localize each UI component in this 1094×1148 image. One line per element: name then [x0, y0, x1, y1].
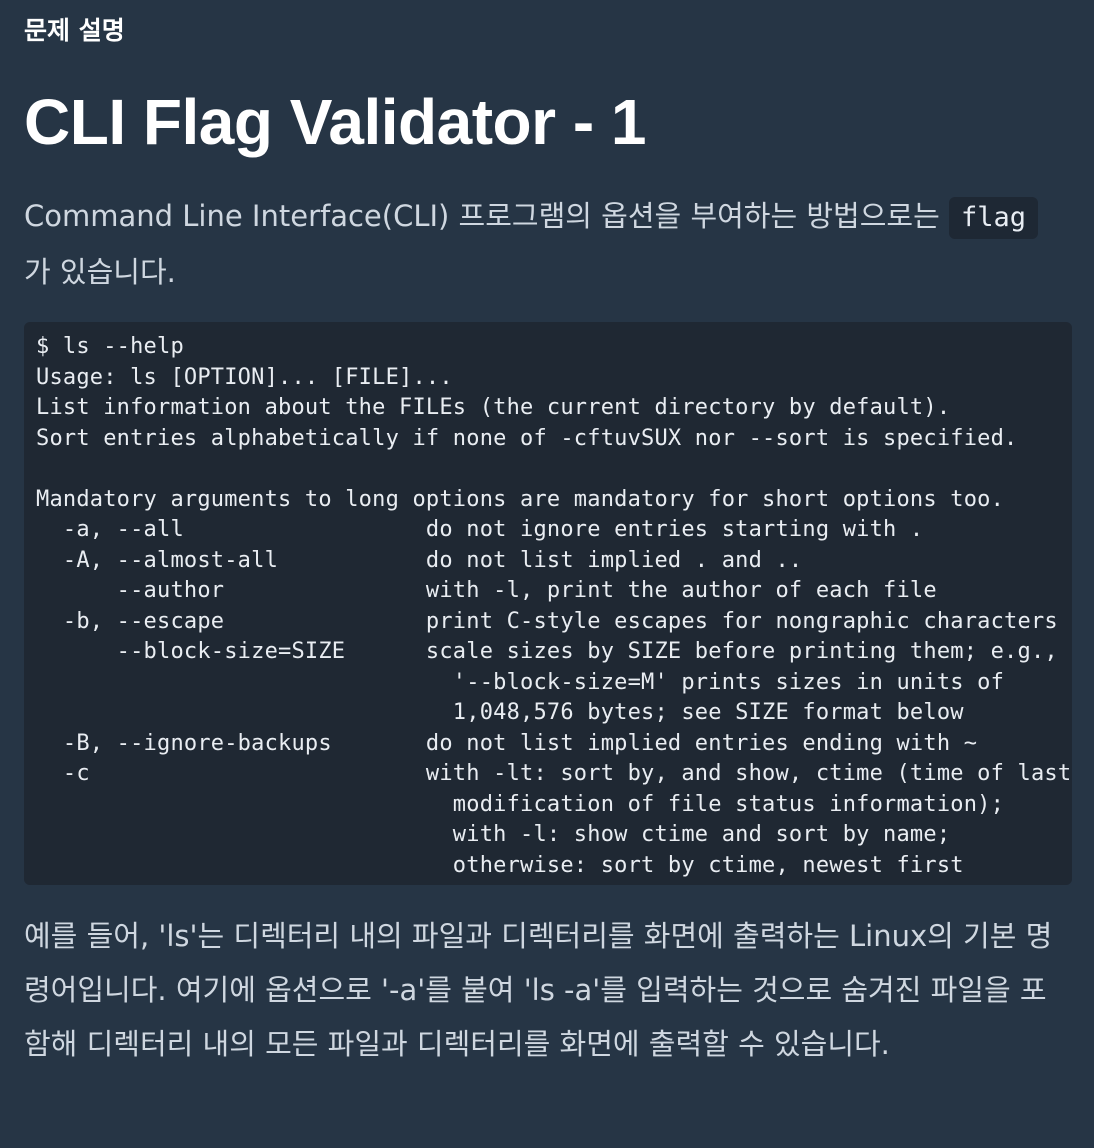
- code-line: -B, --ignore-backups do not list implied…: [36, 730, 978, 756]
- code-line: with -l: show ctime and sort by name;: [36, 822, 951, 847]
- intro-paragraph: Command Line Interface(CLI) 프로그램의 옵션을 부여…: [24, 188, 1072, 300]
- code-line: $ ls --help: [36, 334, 184, 359]
- code-line: --author with -l, print the author of ea…: [36, 578, 937, 603]
- description-paragraph: 예를 들어, 'ls'는 디렉터리 내의 파일과 디렉터리를 화면에 출력하는 …: [24, 919, 1053, 1061]
- problem-description-panel: 문제 설명 CLI Flag Validator - 1 Command Lin…: [0, 0, 1094, 1071]
- code-line: otherwise: sort by ctime, newest first: [36, 852, 964, 878]
- code-line: List information about the FILEs (the cu…: [36, 395, 951, 420]
- code-line: -A, --almost-all do not list implied . a…: [36, 547, 803, 573]
- ls-help-code-block[interactable]: $ ls --help Usage: ls [OPTION]... [FILE]…: [24, 322, 1072, 885]
- problem-title: CLI Flag Validator - 1: [24, 86, 647, 158]
- code-line: Usage: ls [OPTION]... [FILE]...: [36, 364, 453, 390]
- intro-text-before: Command Line Interface(CLI) 프로그램의 옵션을 부여…: [24, 199, 949, 233]
- code-line: 1,048,576 bytes; see SIZE format below: [36, 700, 964, 725]
- intro-text-after: 가 있습니다.: [24, 255, 176, 289]
- section-label: 문제 설명: [24, 16, 125, 45]
- code-line: Mandatory arguments to long options are …: [36, 486, 1005, 512]
- code-line: -b, --escape print C-style escapes for n…: [36, 608, 1058, 634]
- code-line: modification of file status information)…: [36, 791, 1005, 817]
- code-content: $ ls --help Usage: ls [OPTION]... [FILE]…: [36, 332, 1071, 881]
- code-line: -a, --all do not ignore entries starting…: [36, 517, 924, 542]
- code-line: Sort entries alphabetically if none of -…: [36, 425, 1018, 451]
- inline-code-flag: flag: [949, 197, 1039, 239]
- code-line: '--block-size=M' prints sizes in units o…: [36, 669, 1005, 695]
- code-line: --block-size=SIZE scale sizes by SIZE be…: [36, 639, 1058, 664]
- code-line: -c with -lt: sort by, and show, ctime (t…: [36, 761, 1072, 786]
